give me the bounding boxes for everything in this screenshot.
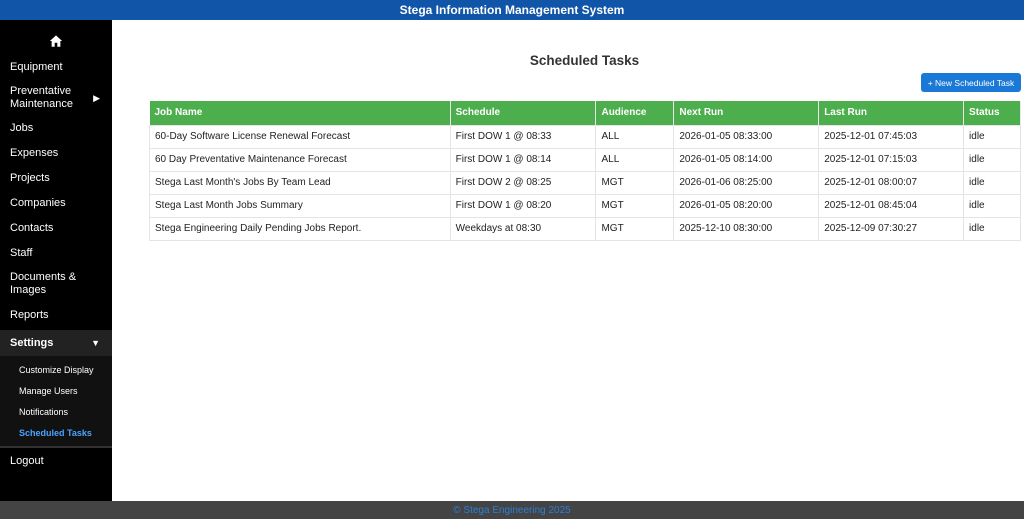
scheduled-tasks-table: Job Name Schedule Audience Next Run Last… bbox=[149, 101, 1021, 241]
column-header-next-run[interactable]: Next Run bbox=[673, 101, 820, 125]
cell-last-run: 2025-12-09 07:30:27 bbox=[818, 216, 965, 241]
cell-audience: MGT bbox=[595, 170, 675, 195]
submenu-item-label: Notifications bbox=[19, 406, 69, 417]
sidebar-item-label: Logout bbox=[10, 454, 44, 467]
page-title: Scheduled Tasks bbox=[529, 53, 640, 68]
submenu-item-notifications[interactable]: Notifications bbox=[0, 401, 112, 422]
column-header-status[interactable]: Status bbox=[963, 101, 1021, 125]
caret-down-icon: ▼ bbox=[91, 337, 100, 348]
column-header-schedule[interactable]: Schedule bbox=[450, 101, 597, 125]
cell-audience: ALL bbox=[595, 124, 675, 149]
submenu-item-customize-display[interactable]: Customize Display bbox=[0, 359, 112, 380]
cell-schedule: Weekdays at 08:30 bbox=[449, 216, 597, 241]
sidebar-item-contacts[interactable]: Contacts bbox=[0, 216, 112, 241]
table-row[interactable]: 60 Day Preventative Maintenance Forecast… bbox=[149, 147, 1021, 172]
submenu-item-scheduled-tasks[interactable]: Scheduled Tasks bbox=[0, 422, 112, 443]
cell-next-run: 2026-01-06 08:25:00 bbox=[673, 170, 820, 195]
sidebar-item-reports[interactable]: Reports bbox=[0, 302, 112, 328]
cell-schedule: First DOW 2 @ 08:25 bbox=[449, 170, 597, 195]
sidebar: Equipment Preventative Maintenance ▶ Job… bbox=[0, 20, 112, 501]
sidebar-item-label: Documents & Images bbox=[10, 271, 77, 296]
cell-last-run: 2025-12-01 08:00:07 bbox=[818, 170, 965, 195]
table-row[interactable]: 60-Day Software License Renewal Forecast… bbox=[149, 124, 1021, 149]
submenu-item-label: Manage Users bbox=[19, 385, 78, 396]
cell-audience: MGT bbox=[595, 193, 675, 218]
sidebar-item-label: Jobs bbox=[10, 122, 34, 134]
column-header-last-run[interactable]: Last Run bbox=[818, 101, 965, 125]
column-header-audience[interactable]: Audience bbox=[595, 101, 675, 125]
table-row[interactable]: Stega Last Month Jobs Summary First DOW … bbox=[149, 193, 1021, 218]
copyright-text: © Stega Engineering 2025 bbox=[453, 504, 571, 516]
cell-status: idle bbox=[963, 170, 1021, 195]
cell-job-name: 60 Day Preventative Maintenance Forecast bbox=[149, 147, 451, 172]
cell-schedule: First DOW 1 @ 08:20 bbox=[449, 193, 597, 218]
cell-last-run: 2025-12-01 07:45:03 bbox=[818, 124, 965, 149]
home-link[interactable] bbox=[0, 28, 112, 56]
cell-job-name: Stega Last Month Jobs Summary bbox=[149, 193, 451, 218]
cell-last-run: 2025-12-01 08:45:04 bbox=[818, 193, 965, 218]
settings-submenu: Customize Display Manage Users Notificat… bbox=[0, 356, 112, 446]
home-icon bbox=[49, 34, 63, 51]
new-scheduled-task-button[interactable]: + New Scheduled Task bbox=[921, 73, 1021, 92]
sidebar-item-label: Companies bbox=[10, 197, 66, 209]
sidebar-item-preventative-maintenance[interactable]: Preventative Maintenance ▶ bbox=[0, 80, 112, 116]
column-header-job-name[interactable]: Job Name bbox=[149, 101, 451, 125]
sidebar-item-equipment[interactable]: Equipment bbox=[0, 56, 112, 78]
cell-job-name: 60-Day Software License Renewal Forecast bbox=[149, 124, 451, 149]
cell-next-run: 2025-12-10 08:30:00 bbox=[673, 216, 820, 241]
footer: © Stega Engineering 2025 bbox=[0, 501, 1024, 519]
sidebar-item-settings[interactable]: Settings ▼ bbox=[0, 330, 112, 356]
sidebar-item-label: Contacts bbox=[10, 222, 54, 234]
table-row[interactable]: Stega Engineering Daily Pending Jobs Rep… bbox=[149, 216, 1021, 241]
cell-next-run: 2026-01-05 08:20:00 bbox=[673, 193, 820, 218]
app-title: Stega Information Management System bbox=[399, 3, 625, 17]
sidebar-item-label: Equipment bbox=[10, 60, 63, 73]
cell-status: idle bbox=[963, 216, 1021, 241]
cell-job-name: Stega Last Month's Jobs By Team Lead bbox=[149, 170, 451, 195]
submenu-item-manage-users[interactable]: Manage Users bbox=[0, 380, 112, 401]
sidebar-item-logout[interactable]: Logout bbox=[0, 448, 112, 474]
cell-next-run: 2026-01-05 08:33:00 bbox=[673, 124, 820, 149]
sidebar-item-label: Settings bbox=[10, 336, 54, 349]
table-header-row: Job Name Schedule Audience Next Run Last… bbox=[149, 101, 1021, 125]
submenu-item-label: Scheduled Tasks bbox=[19, 427, 92, 438]
cell-audience: ALL bbox=[595, 147, 675, 172]
sidebar-item-jobs[interactable]: Jobs bbox=[0, 116, 112, 141]
sidebar-item-documents-images[interactable]: Documents & Images bbox=[0, 266, 112, 302]
cell-job-name: Stega Engineering Daily Pending Jobs Rep… bbox=[149, 216, 451, 241]
sidebar-item-expenses[interactable]: Expenses bbox=[0, 141, 112, 166]
cell-status: idle bbox=[963, 193, 1021, 218]
cell-audience: MGT bbox=[595, 216, 675, 241]
sidebar-item-label: Reports bbox=[10, 308, 49, 321]
cell-schedule: First DOW 1 @ 08:14 bbox=[449, 147, 597, 172]
app-title-bar: Stega Information Management System bbox=[0, 0, 1024, 20]
cell-next-run: 2026-01-05 08:14:00 bbox=[673, 147, 820, 172]
sidebar-item-label: Preventative Maintenance bbox=[10, 85, 73, 110]
sidebar-item-label: Staff bbox=[10, 247, 33, 259]
cell-last-run: 2025-12-01 07:15:03 bbox=[818, 147, 965, 172]
cell-status: idle bbox=[963, 147, 1021, 172]
table-row[interactable]: Stega Last Month's Jobs By Team Lead Fir… bbox=[149, 170, 1021, 195]
main-content: Scheduled Tasks + New Scheduled Task Job… bbox=[112, 20, 1024, 501]
caret-right-icon: ▶ bbox=[93, 92, 100, 103]
cell-status: idle bbox=[963, 124, 1021, 149]
sidebar-item-projects[interactable]: Projects bbox=[0, 166, 112, 191]
sidebar-item-label: Projects bbox=[10, 172, 50, 184]
sidebar-item-label: Expenses bbox=[10, 147, 59, 159]
submenu-item-label: Customize Display bbox=[19, 364, 94, 375]
sidebar-item-companies[interactable]: Companies bbox=[0, 191, 112, 216]
sidebar-item-staff[interactable]: Staff bbox=[0, 241, 112, 266]
cell-schedule: First DOW 1 @ 08:33 bbox=[449, 124, 597, 149]
